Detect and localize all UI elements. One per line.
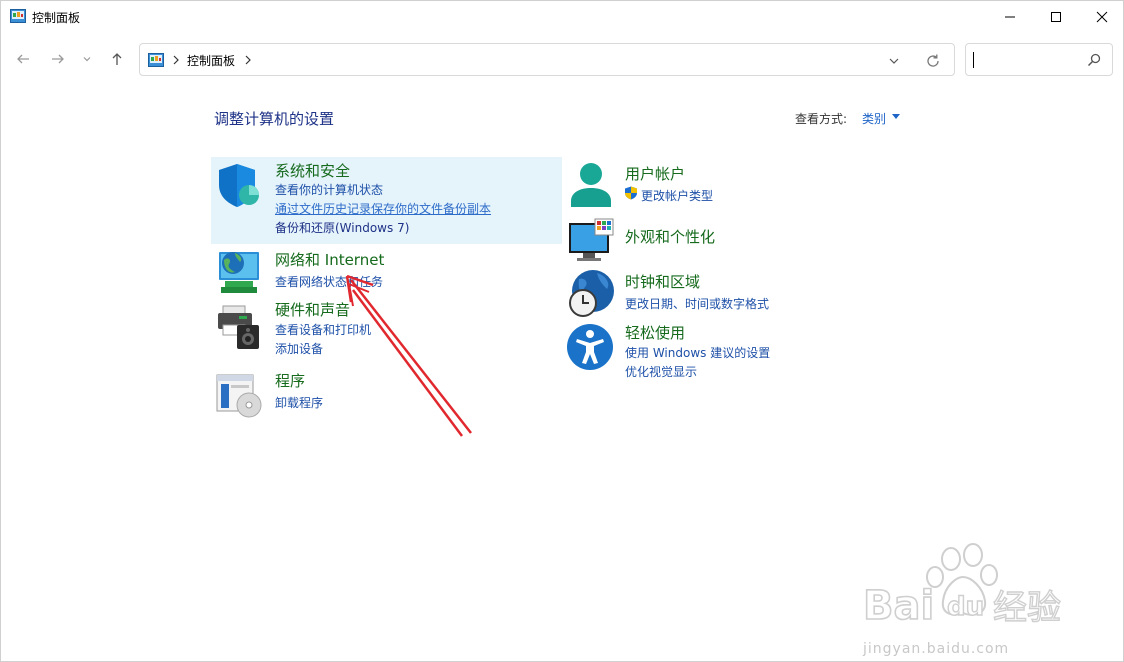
title-bar: 控制面板	[1, 1, 1123, 33]
up-button[interactable]	[105, 47, 129, 71]
control-panel-icon	[10, 9, 26, 23]
minimize-icon	[1005, 16, 1015, 18]
view-by-dropdown[interactable]: 类别	[862, 110, 886, 127]
link-backup-restore[interactable]: 备份和还原(Windows 7)	[275, 219, 409, 236]
address-bar[interactable]: 控制面板	[139, 43, 955, 76]
breadcrumb-control-panel[interactable]: 控制面板	[187, 52, 235, 69]
search-icon[interactable]	[1086, 52, 1102, 68]
minimize-button[interactable]	[987, 1, 1033, 33]
network-globe-icon[interactable]	[215, 248, 263, 296]
link-devices-printers[interactable]: 查看设备和打印机	[275, 321, 371, 338]
clock-globe-icon[interactable]	[567, 269, 615, 317]
close-button[interactable]	[1079, 1, 1124, 33]
category-title-programs[interactable]: 程序	[275, 370, 305, 391]
monitor-personalize-icon[interactable]	[567, 217, 615, 265]
link-optimize-visual-display[interactable]: 优化视觉显示	[625, 363, 697, 380]
arrow-left-icon	[17, 54, 29, 64]
maximize-button[interactable]	[1033, 1, 1079, 33]
link-windows-suggested-settings[interactable]: 使用 Windows 建议的设置	[625, 344, 770, 361]
svg-text:Bai: Bai	[863, 583, 934, 629]
watermark-url: jingyan.baidu.com	[863, 641, 1010, 657]
category-title-network-internet[interactable]: 网络和 Internet	[275, 249, 384, 270]
printer-speaker-icon[interactable]	[215, 303, 263, 351]
control-panel-icon	[148, 53, 164, 67]
chevron-down-icon[interactable]	[886, 53, 902, 69]
view-by-label: 查看方式:	[795, 112, 848, 126]
chevron-down-icon	[83, 57, 91, 62]
close-icon	[1096, 11, 1108, 23]
annotation-arrow	[345, 274, 472, 437]
control-panel-window: 控制面板 控制面板 调整计算机的设置 查看方式: 类别 系统和安全 查看你的计算…	[0, 0, 1124, 662]
programs-icon[interactable]	[215, 371, 263, 419]
link-uninstall-program[interactable]: 卸载程序	[275, 394, 323, 411]
chevron-right-icon[interactable]	[244, 55, 252, 65]
link-change-date-time[interactable]: 更改日期、时间或数字格式	[625, 295, 769, 312]
text-caret	[973, 52, 974, 68]
arrow-right-icon	[52, 54, 64, 64]
category-title-user-accounts[interactable]: 用户帐户	[625, 163, 685, 184]
refresh-icon[interactable]	[924, 52, 942, 70]
uac-shield-icon	[625, 186, 637, 200]
user-icon[interactable]	[567, 161, 615, 209]
arrow-up-icon	[112, 53, 122, 65]
category-title-ease-of-access[interactable]: 轻松使用	[625, 322, 685, 343]
back-button[interactable]	[11, 47, 35, 71]
caret-down-icon[interactable]	[892, 114, 900, 119]
shield-icon[interactable]	[215, 161, 263, 209]
category-title-appearance[interactable]: 外观和个性化	[625, 226, 715, 247]
accessibility-icon[interactable]	[567, 323, 615, 371]
window-title: 控制面板	[32, 11, 81, 25]
link-view-computer-status[interactable]: 查看你的计算机状态	[275, 181, 383, 198]
link-file-history-backup[interactable]: 通过文件历史记录保存你的文件备份副本	[275, 200, 491, 217]
category-title-hardware-sound[interactable]: 硬件和声音	[275, 299, 350, 320]
recent-locations-button[interactable]	[77, 47, 97, 71]
svg-text:du: du	[947, 592, 984, 622]
link-add-device[interactable]: 添加设备	[275, 340, 323, 357]
maximize-icon	[1051, 12, 1061, 22]
chevron-right-icon	[173, 55, 179, 65]
baidu-jingyan-watermark-logo: Bai du 经验	[862, 543, 1062, 630]
forward-button[interactable]	[46, 47, 70, 71]
category-title-system-security[interactable]: 系统和安全	[275, 160, 350, 181]
link-network-status[interactable]: 查看网络状态和任务	[275, 273, 383, 290]
svg-text:经验: 经验	[993, 588, 1061, 628]
page-title: 调整计算机的设置	[214, 110, 335, 128]
link-change-account-type[interactable]: 更改帐户类型	[641, 187, 713, 204]
category-title-clock-region[interactable]: 时钟和区域	[625, 271, 700, 292]
search-input[interactable]	[965, 43, 1113, 76]
